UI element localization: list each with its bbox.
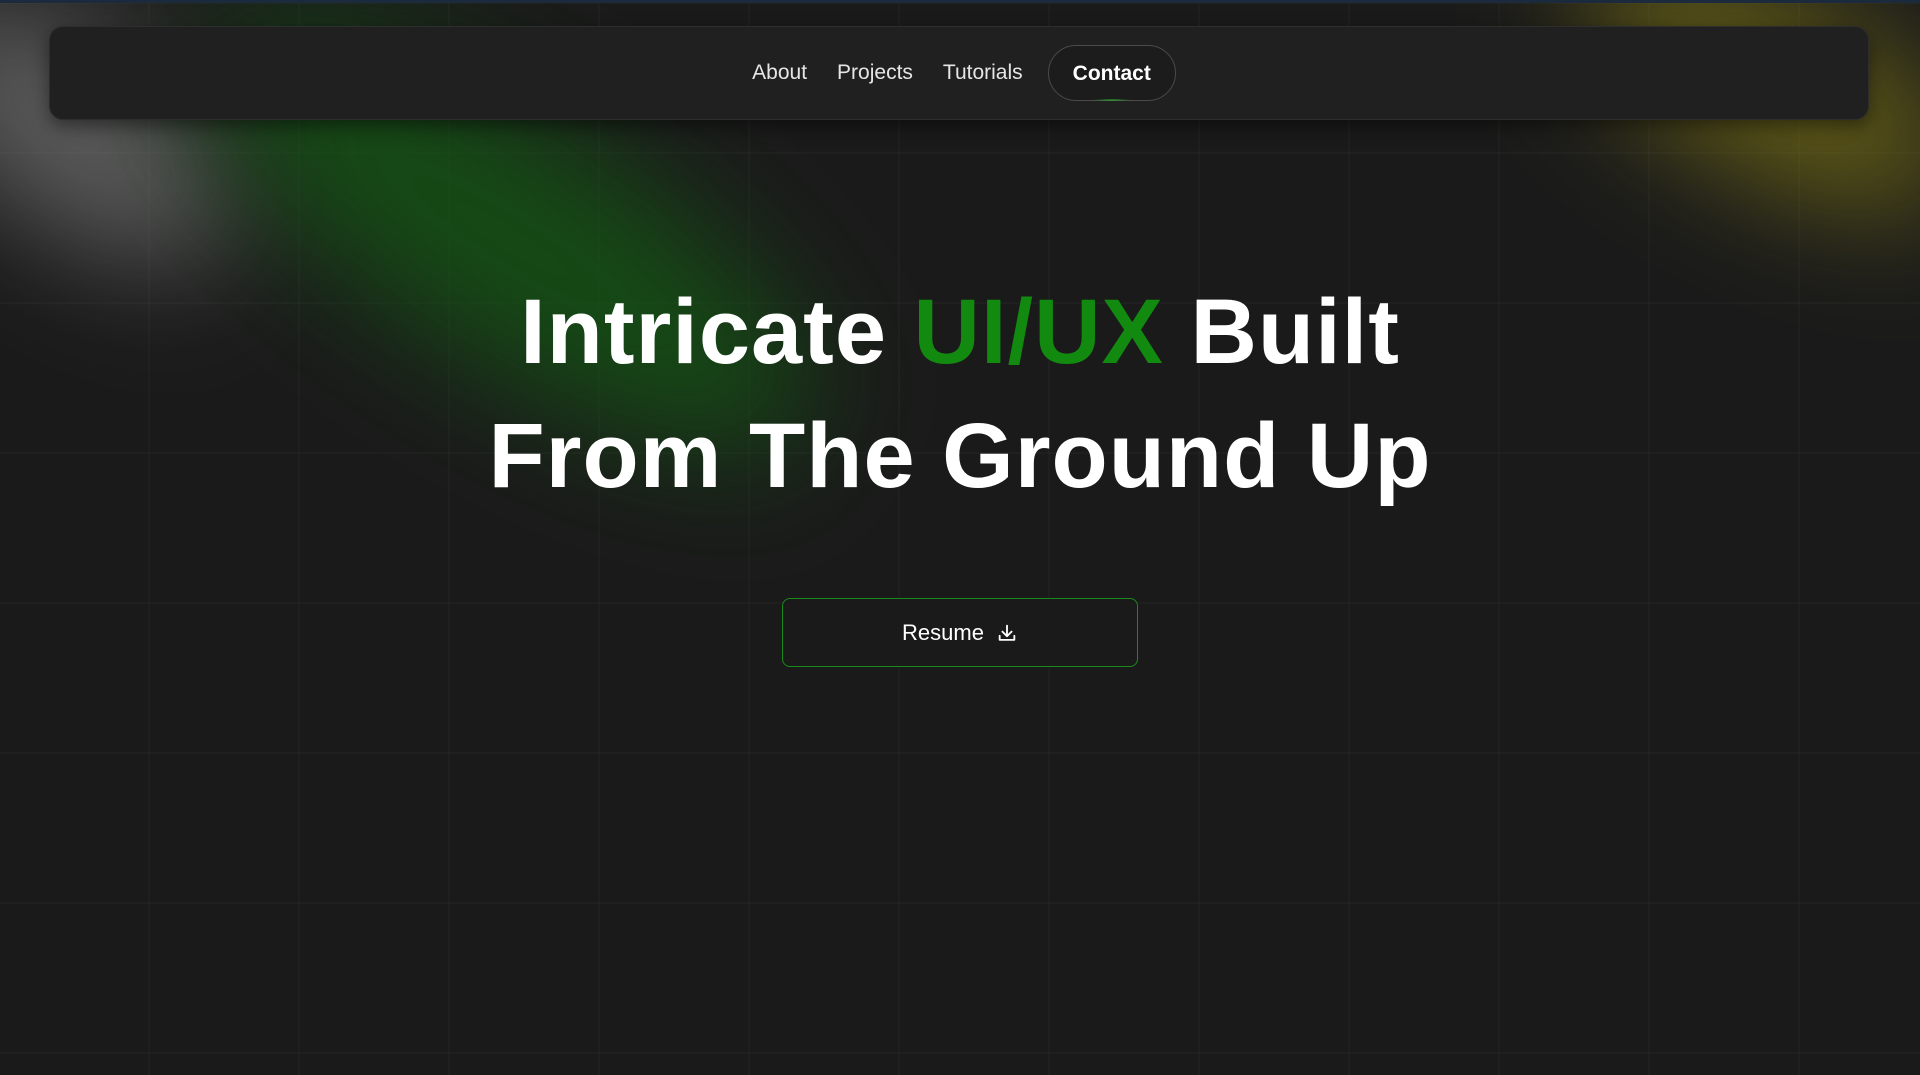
nav-links: About Projects Tutorials Contact xyxy=(752,45,1176,101)
nav-link-about[interactable]: About xyxy=(752,61,807,85)
resume-button-label: Resume xyxy=(902,619,984,645)
nav-link-tutorials[interactable]: Tutorials xyxy=(943,61,1023,85)
hero-heading-line-2: From The Ground Up xyxy=(488,405,1432,507)
resume-download-button[interactable]: Resume xyxy=(782,598,1138,667)
contact-button[interactable]: Contact xyxy=(1047,45,1176,101)
hero-text-intricate: Intricate xyxy=(520,281,914,383)
nav-link-projects[interactable]: Projects xyxy=(837,61,913,85)
hero-text-built: Built xyxy=(1163,281,1400,383)
hero-text-accent: UI/UX xyxy=(913,281,1164,383)
download-icon xyxy=(998,624,1016,641)
hero-heading-line-1: Intricate UI/UX Built xyxy=(0,270,1920,394)
page: About Projects Tutorials Contact Intrica… xyxy=(0,0,1920,1075)
hero-heading: Intricate UI/UX Built From The Ground Up xyxy=(0,270,1920,518)
background-grid xyxy=(0,0,1920,1075)
navbar: About Projects Tutorials Contact xyxy=(49,26,1869,120)
top-border-line xyxy=(0,0,1920,3)
